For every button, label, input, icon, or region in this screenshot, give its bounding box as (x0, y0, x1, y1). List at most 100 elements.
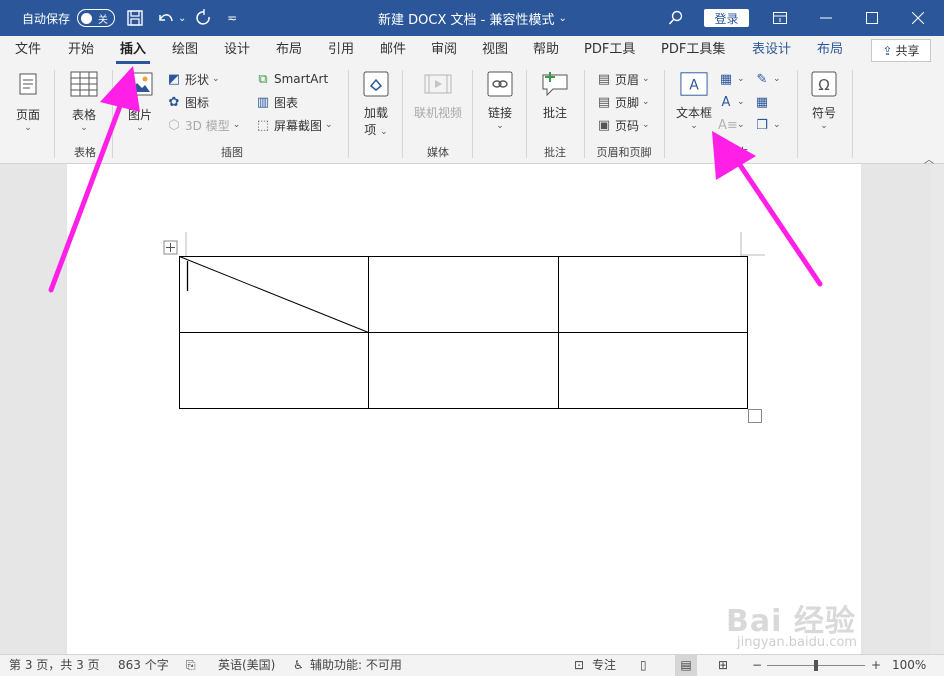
screenshot-button[interactable]: ⬚ 屏幕截图 ⌄ (255, 115, 333, 135)
page-count[interactable]: 第 3 页，共 3 页 (9, 655, 100, 676)
share-icon: ⇪ (882, 43, 893, 58)
ribbon-display-options-icon[interactable] (757, 0, 803, 36)
share-button[interactable]: ⇪ 共享 (871, 39, 931, 62)
comment-button[interactable]: 批注 (536, 70, 574, 121)
document-page[interactable] (67, 164, 861, 654)
group-separator (402, 70, 403, 158)
icons-icon: ✿ (168, 94, 180, 110)
pages-icon (14, 70, 42, 98)
omega-icon: Ω (810, 70, 838, 98)
tab-layout[interactable]: 布局 (276, 36, 302, 64)
tab-file[interactable]: 文件 (15, 36, 41, 64)
3d-models-button[interactable]: ⬡ 3D 模型 ⌄ (166, 115, 240, 135)
vertical-scrollbar[interactable] (930, 164, 944, 654)
tab-insert[interactable]: 插入 (115, 36, 151, 64)
share-label: 共享 (895, 44, 920, 58)
shapes-button[interactable]: ◩ 形状 ⌄ (166, 69, 220, 89)
online-video-button[interactable]: 联机视频 (410, 70, 466, 121)
smartart-button[interactable]: ⧉ SmartArt (255, 69, 328, 89)
shapes-icon: ◩ (167, 71, 181, 87)
icons-button[interactable]: ✿ 图标 (166, 92, 209, 112)
signin-button[interactable]: 登录 (704, 9, 749, 27)
icons-label: 图标 (185, 95, 210, 110)
pages-chevron-icon: ⌄ (24, 123, 32, 133)
smartart-icon: ⧉ (258, 71, 268, 87)
header-button[interactable]: ▤ 页眉 ⌄ (596, 69, 650, 89)
screenshot-icon: ⬚ (256, 117, 270, 133)
group-separator (526, 70, 527, 158)
pictures-button[interactable]: 图片 ⌄ (122, 70, 158, 133)
focus-mode[interactable]: 专注 (592, 655, 616, 676)
quick-parts-icon: ▦ (719, 71, 733, 87)
text-group-label: 文本 (726, 146, 748, 159)
symbol-button[interactable]: Ω 符号 ⌄ (807, 70, 841, 131)
search-icon[interactable] (668, 0, 684, 36)
accessibility-icon: ♿ (293, 658, 304, 672)
pages-button[interactable]: 页面 ⌄ (12, 70, 44, 133)
footer-button[interactable]: ▤ 页脚 ⌄ (596, 92, 650, 112)
tab-pdf-tools[interactable]: PDF工具 (584, 36, 635, 64)
undo-dropdown-icon[interactable]: ⌄ (178, 0, 186, 36)
word-count[interactable]: 863 个字 (118, 655, 169, 676)
tab-help[interactable]: 帮助 (533, 36, 559, 64)
print-layout-icon[interactable]: ▤ (675, 655, 697, 676)
media-group-label: 媒体 (427, 146, 449, 159)
link-icon (486, 70, 514, 98)
signature-line-button[interactable]: ✎ ⌄ (754, 69, 781, 89)
read-mode-icon[interactable]: ▯ (640, 655, 647, 676)
watermark-url: jingyan.baidu.com (737, 635, 857, 650)
minimize-icon[interactable] (803, 0, 849, 36)
group-separator (852, 70, 853, 158)
chart-label: 图表 (274, 95, 299, 110)
online-video-label: 联机视频 (413, 106, 462, 120)
wordart-button[interactable]: A ⌄ (718, 92, 745, 112)
tab-references[interactable]: 引用 (328, 36, 354, 64)
page-number-button[interactable]: ▣ 页码 ⌄ (596, 115, 650, 135)
undo-icon[interactable] (156, 0, 176, 36)
web-layout-icon[interactable]: ⊞ (718, 655, 728, 676)
table-icon (70, 70, 98, 98)
save-icon[interactable] (126, 0, 144, 36)
tab-view[interactable]: 视图 (482, 36, 508, 64)
zoom-in-button[interactable]: + (871, 655, 881, 676)
document-title[interactable]: 新建 DOCX 文档 - 兼容性模式 ⌄ (378, 0, 567, 36)
page-number-chevron-icon: ⌄ (642, 120, 650, 130)
tab-home[interactable]: 开始 (68, 36, 94, 64)
focus-icon[interactable]: ⊡ (574, 655, 584, 676)
object-button[interactable]: ❐ ⌄ (754, 115, 780, 135)
tab-review[interactable]: 审阅 (431, 36, 457, 64)
tab-table-design[interactable]: 表设计 (752, 36, 791, 64)
drop-cap-button[interactable]: A≡ ⌄ (718, 115, 745, 135)
quick-parts-button[interactable]: ▦ ⌄ (718, 69, 745, 89)
customize-icon[interactable]: ≂ (227, 0, 237, 36)
redo-icon[interactable] (194, 0, 214, 36)
zoom-slider-thumb[interactable] (814, 660, 818, 671)
video-icon (424, 70, 452, 98)
tab-draw[interactable]: 绘图 (172, 36, 198, 64)
tab-pdf-toolset[interactable]: PDF工具集 (661, 36, 725, 64)
shapes-chevron-icon: ⌄ (212, 74, 220, 84)
tab-table-layout[interactable]: 布局 (817, 36, 843, 64)
zoom-out-button[interactable]: − (752, 655, 762, 676)
zoom-level[interactable]: 100% (892, 655, 926, 676)
tab-mailings[interactable]: 邮件 (380, 36, 406, 64)
comment-label: 批注 (542, 106, 567, 120)
autosave-toggle[interactable]: 关 (77, 9, 115, 27)
tab-design[interactable]: 设计 (224, 36, 250, 64)
addins-button[interactable]: 加载 项 ⌄ (358, 70, 394, 138)
maximize-icon[interactable] (849, 0, 895, 36)
addins-icon (362, 70, 390, 98)
language[interactable]: 英语(美国) (218, 655, 275, 676)
date-time-button[interactable]: ▦ (754, 92, 770, 112)
chart-button[interactable]: ▥ 图表 (255, 92, 298, 112)
3d-models-chevron-icon: ⌄ (232, 120, 241, 130)
proofing-icon[interactable]: ⎘ (186, 655, 196, 676)
link-button[interactable]: 链接 ⌄ (482, 70, 518, 131)
table-chevron-icon: ⌄ (80, 123, 88, 133)
signature-icon: ✎ (756, 71, 768, 87)
table-button[interactable]: 表格 ⌄ (66, 70, 102, 133)
autosave-label: 自动保存 (22, 11, 71, 26)
accessibility-status[interactable]: 辅助功能: 不可用 (310, 655, 402, 676)
close-icon[interactable] (895, 0, 941, 36)
textbox-button[interactable]: A 文本框 ⌄ (674, 70, 714, 131)
